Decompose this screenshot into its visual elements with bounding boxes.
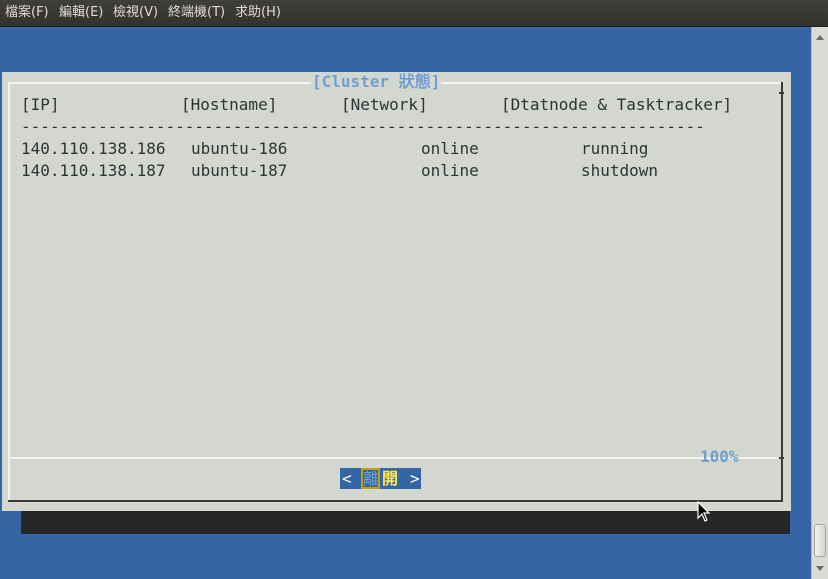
header-datanode-tasktracker: [Dtatnode & Tasktracker] bbox=[501, 95, 733, 114]
scroll-thumb[interactable] bbox=[814, 524, 826, 557]
dialog-button-separator bbox=[8, 457, 783, 459]
row-status: shutdown bbox=[581, 161, 659, 180]
menu-bar: 檔案(F) 編輯(E) 檢視(V) 終端機(T) 求助(H) bbox=[0, 0, 828, 27]
dialog-title: [Cluster 狀態] bbox=[311, 72, 442, 92]
border-tick bbox=[779, 92, 784, 94]
header-hostname: [Hostname] bbox=[181, 95, 278, 114]
table-separator: ----------------------------------------… bbox=[21, 117, 705, 136]
terminal-scrollbar[interactable] bbox=[811, 27, 828, 579]
menu-help[interactable]: 求助(H) bbox=[235, 4, 281, 22]
row-hostname: ubuntu-186 bbox=[191, 139, 288, 158]
cluster-status-dialog bbox=[2, 72, 791, 511]
scroll-percent: 100% bbox=[700, 447, 739, 466]
dialog-border-left bbox=[8, 82, 10, 502]
button-label: 開 bbox=[382, 469, 399, 488]
button-right-bracket: > bbox=[410, 469, 420, 488]
button-left-bracket: < bbox=[342, 469, 352, 488]
menu-edit[interactable]: 編輯(E) bbox=[59, 4, 103, 22]
row-network: online bbox=[421, 161, 479, 180]
border-tick bbox=[779, 457, 784, 459]
row-hostname: ubuntu-187 bbox=[191, 161, 288, 180]
exit-button[interactable]: < 離 開 > bbox=[340, 468, 421, 489]
row-ip: 140.110.138.187 bbox=[21, 161, 166, 180]
dialog-border-bottom bbox=[8, 500, 783, 502]
scroll-down-icon[interactable] bbox=[816, 566, 824, 571]
button-hotkey: 離 bbox=[361, 468, 380, 489]
menu-file[interactable]: 檔案(F) bbox=[5, 4, 49, 22]
row-ip: 140.110.138.186 bbox=[21, 139, 166, 158]
mouse-pointer-icon bbox=[697, 501, 711, 522]
header-network: [Network] bbox=[341, 95, 428, 114]
header-ip: [IP] bbox=[21, 95, 60, 114]
menu-terminal[interactable]: 終端機(T) bbox=[168, 4, 225, 22]
menu-view[interactable]: 檢視(V) bbox=[113, 4, 158, 22]
row-status: running bbox=[581, 139, 649, 158]
dialog-border-right bbox=[781, 82, 783, 502]
row-network: online bbox=[421, 139, 479, 158]
scroll-up-icon[interactable] bbox=[816, 35, 824, 40]
